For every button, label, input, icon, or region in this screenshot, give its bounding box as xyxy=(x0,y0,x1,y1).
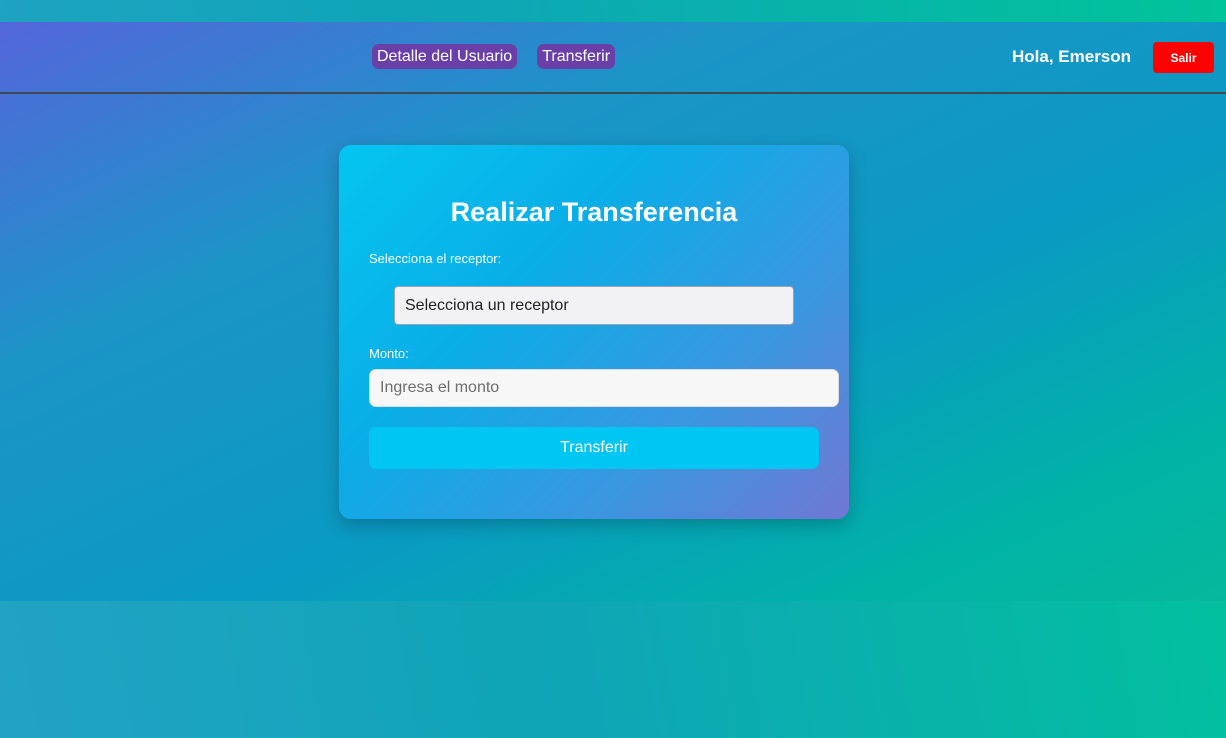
user-greeting: Hola, Emerson xyxy=(1012,47,1132,66)
transfer-card: Realizar Transferencia Selecciona el rec… xyxy=(339,145,849,519)
transfer-title: Realizar Transferencia xyxy=(450,197,738,227)
navbar: Detalle del Usuario Transferir Hola, Eme… xyxy=(0,22,1226,94)
transfer-submit-button[interactable]: Transferir xyxy=(369,427,819,469)
nav-link-transfer[interactable]: Transferir xyxy=(537,44,616,69)
nav-link-user-detail[interactable]: Detalle del Usuario xyxy=(372,44,518,69)
receiver-label: Selecciona el receptor: xyxy=(369,251,502,266)
amount-label: Monto: xyxy=(369,346,409,361)
receiver-select[interactable]: Selecciona un receptor xyxy=(394,286,794,325)
nav-links: Detalle del Usuario Transferir xyxy=(372,44,616,69)
amount-input[interactable] xyxy=(369,369,839,407)
logout-button[interactable]: Salir xyxy=(1153,42,1214,73)
